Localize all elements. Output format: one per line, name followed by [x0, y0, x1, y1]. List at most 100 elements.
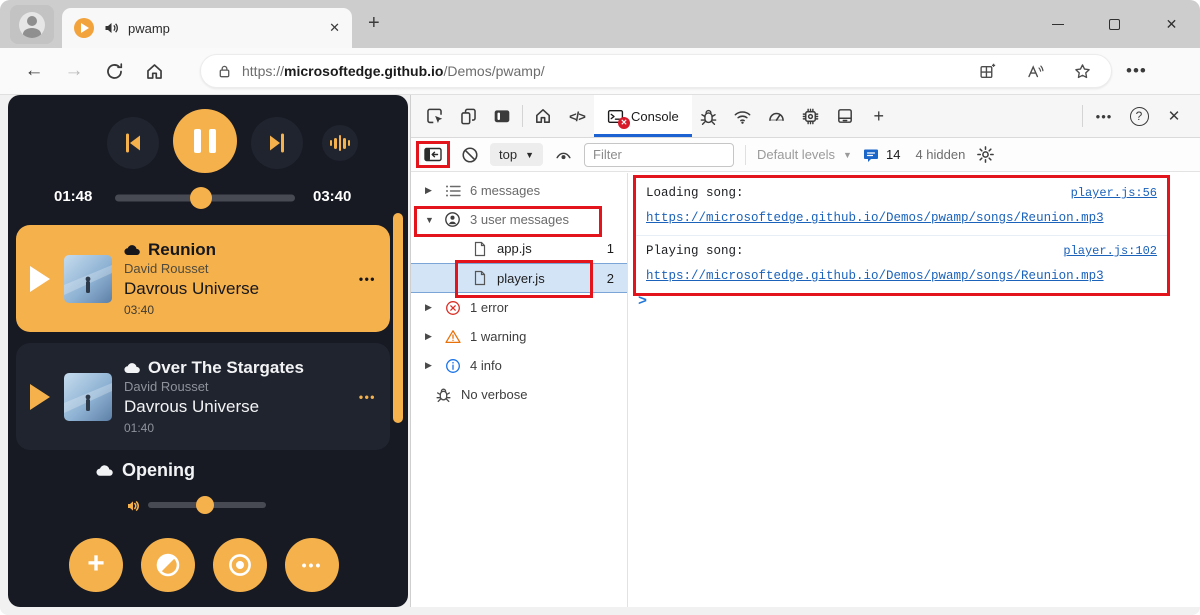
javascript-context-dropdown[interactable]: top ▼ [490, 143, 543, 166]
tab-title: pwamp [128, 21, 320, 36]
song-card-over-the-stargates[interactable]: Over The Stargates David Rousset Davrous… [16, 343, 390, 450]
volume-icon[interactable] [125, 498, 141, 514]
new-tab-button[interactable]: + [368, 12, 380, 35]
activity-bar-toggle-icon[interactable] [485, 95, 519, 137]
issues-bug-icon[interactable] [692, 95, 726, 137]
network-conditions-icon[interactable] [726, 95, 760, 137]
file-icon [471, 241, 488, 257]
pause-icon [194, 129, 216, 153]
add-panel-button[interactable]: + [862, 95, 896, 137]
clear-console-icon[interactable] [461, 146, 479, 164]
tab-close-icon[interactable]: ✕ [329, 20, 340, 36]
sidebar-item-all-messages[interactable]: ▶ 6 messages [411, 176, 627, 205]
source-link[interactable]: player.js:102 [1063, 239, 1157, 264]
memory-chip-icon[interactable] [794, 95, 828, 137]
add-song-button[interactable]: + [69, 538, 123, 592]
url-text: https://microsoftedge.github.io/Demos/pw… [242, 63, 545, 79]
favorites-star-icon[interactable] [1074, 63, 1091, 80]
song-url-link[interactable]: https://microsoftedge.github.io/Demos/pw… [646, 206, 1157, 230]
performance-gauge-icon[interactable] [760, 95, 794, 137]
console-prompt-chevron[interactable]: > [638, 293, 647, 310]
live-expression-eye-icon[interactable] [554, 147, 573, 163]
song-menu-button[interactable]: ••• [359, 272, 376, 286]
volume-slider[interactable] [148, 495, 266, 515]
song-menu-button[interactable]: ••• [359, 390, 376, 404]
sidebar-item-verbose[interactable]: No verbose [411, 380, 627, 409]
devtools-panel: </> ✕ Console [410, 95, 1200, 607]
song-url-link[interactable]: https://microsoftedge.github.io/Demos/pw… [646, 264, 1157, 288]
visualizer-button[interactable] [322, 125, 358, 161]
log-levels-dropdown[interactable]: Default levels ▼ [757, 147, 852, 162]
devtools-close-button[interactable]: ✕ [1156, 107, 1192, 125]
sidebar-item-appjs[interactable]: app.js 1 [411, 234, 627, 263]
console-body: ▶ 6 messages ▼ 3 user messages [411, 173, 1200, 607]
pause-button[interactable] [173, 109, 237, 173]
error-icon [444, 300, 461, 316]
forward-button[interactable]: → [54, 60, 94, 82]
sidebar-item-warnings[interactable]: ▶ 1 warning [411, 322, 627, 351]
total-time: 03:40 [313, 188, 351, 205]
device-emulation-icon[interactable] [451, 95, 485, 137]
song-title: Over The Stargates [148, 358, 304, 378]
tab-sources-icon[interactable]: </> [560, 95, 594, 137]
console-output: Loading song: player.js:56 https://micro… [628, 173, 1200, 607]
browser-tab-pwamp[interactable]: pwamp ✕ [62, 8, 352, 48]
tab-console-active[interactable]: ✕ Console [594, 95, 692, 137]
source-link[interactable]: player.js:56 [1071, 181, 1157, 206]
devtools-more-menu[interactable]: ••• [1086, 109, 1122, 124]
record-button[interactable] [213, 538, 267, 592]
hidden-count[interactable]: 4 hidden [915, 147, 965, 162]
play-icon[interactable] [30, 384, 50, 410]
ellipsis-icon: ••• [302, 557, 323, 573]
play-icon[interactable] [30, 266, 50, 292]
split-screen-icon[interactable] [979, 63, 996, 80]
tab-audio-icon[interactable] [103, 20, 119, 36]
song-meta: Reunion David Rousset Davrous Universe 0… [124, 240, 359, 317]
sidebar-item-info[interactable]: ▶ 4 info [411, 351, 627, 380]
song-title: Opening [122, 460, 195, 481]
console-filter-input[interactable] [584, 143, 734, 167]
song-title: Reunion [148, 240, 216, 260]
song-card-reunion[interactable]: Reunion David Rousset Davrous Universe 0… [16, 225, 390, 332]
maximize-button[interactable] [1086, 0, 1143, 48]
devtools-home-icon[interactable] [526, 95, 560, 137]
previous-track-button[interactable] [107, 117, 159, 169]
progress-thumb[interactable] [190, 187, 212, 209]
avatar-icon [19, 12, 45, 38]
lock-icon[interactable] [217, 64, 232, 79]
content-area: 01:48 03:40 [0, 95, 1200, 615]
user-icon [444, 211, 461, 228]
more-actions-button[interactable]: ••• [285, 538, 339, 592]
cloud-icon [124, 244, 141, 256]
progress-slider[interactable] [115, 187, 295, 209]
devtools-window-actions: ••• ? ✕ [1079, 95, 1192, 137]
profile-button[interactable] [10, 5, 54, 44]
playlist-scrollbar[interactable] [393, 213, 403, 423]
message-count[interactable]: 14 [863, 147, 900, 163]
browser-settings-menu[interactable]: ••• [1126, 61, 1147, 81]
volume-thumb[interactable] [196, 496, 214, 514]
minimize-button[interactable] [1029, 0, 1086, 48]
inspect-element-icon[interactable] [417, 95, 451, 137]
elapsed-time: 01:48 [54, 188, 92, 205]
sidebar-item-errors[interactable]: ▶ 1 error [411, 293, 627, 322]
sidebar-item-user-messages[interactable]: ▼ 3 user messages [411, 205, 627, 234]
console-sidebar-toggle-icon[interactable] [424, 147, 442, 162]
url-bar[interactable]: https://microsoftedge.github.io/Demos/pw… [200, 54, 1112, 88]
window-close-button[interactable]: ✕ [1143, 0, 1200, 48]
song-album: Davrous Universe [124, 279, 359, 299]
urlbar-actions [979, 63, 1091, 80]
home-button[interactable] [134, 62, 174, 81]
read-aloud-icon[interactable] [1026, 63, 1044, 80]
application-storage-icon[interactable] [828, 95, 862, 137]
sidebar-item-playerjs-selected[interactable]: player.js 2 [411, 263, 627, 293]
refresh-button[interactable] [94, 62, 134, 81]
window-controls: ✕ [1029, 0, 1200, 48]
song-row-opening[interactable]: Opening [96, 460, 195, 481]
back-button[interactable]: ← [14, 60, 54, 82]
next-track-button[interactable] [251, 117, 303, 169]
clear-playlist-button[interactable] [141, 538, 195, 592]
console-settings-gear-icon[interactable] [976, 145, 995, 164]
message-bubble-icon [863, 147, 879, 163]
devtools-help-button[interactable]: ? [1122, 95, 1156, 137]
